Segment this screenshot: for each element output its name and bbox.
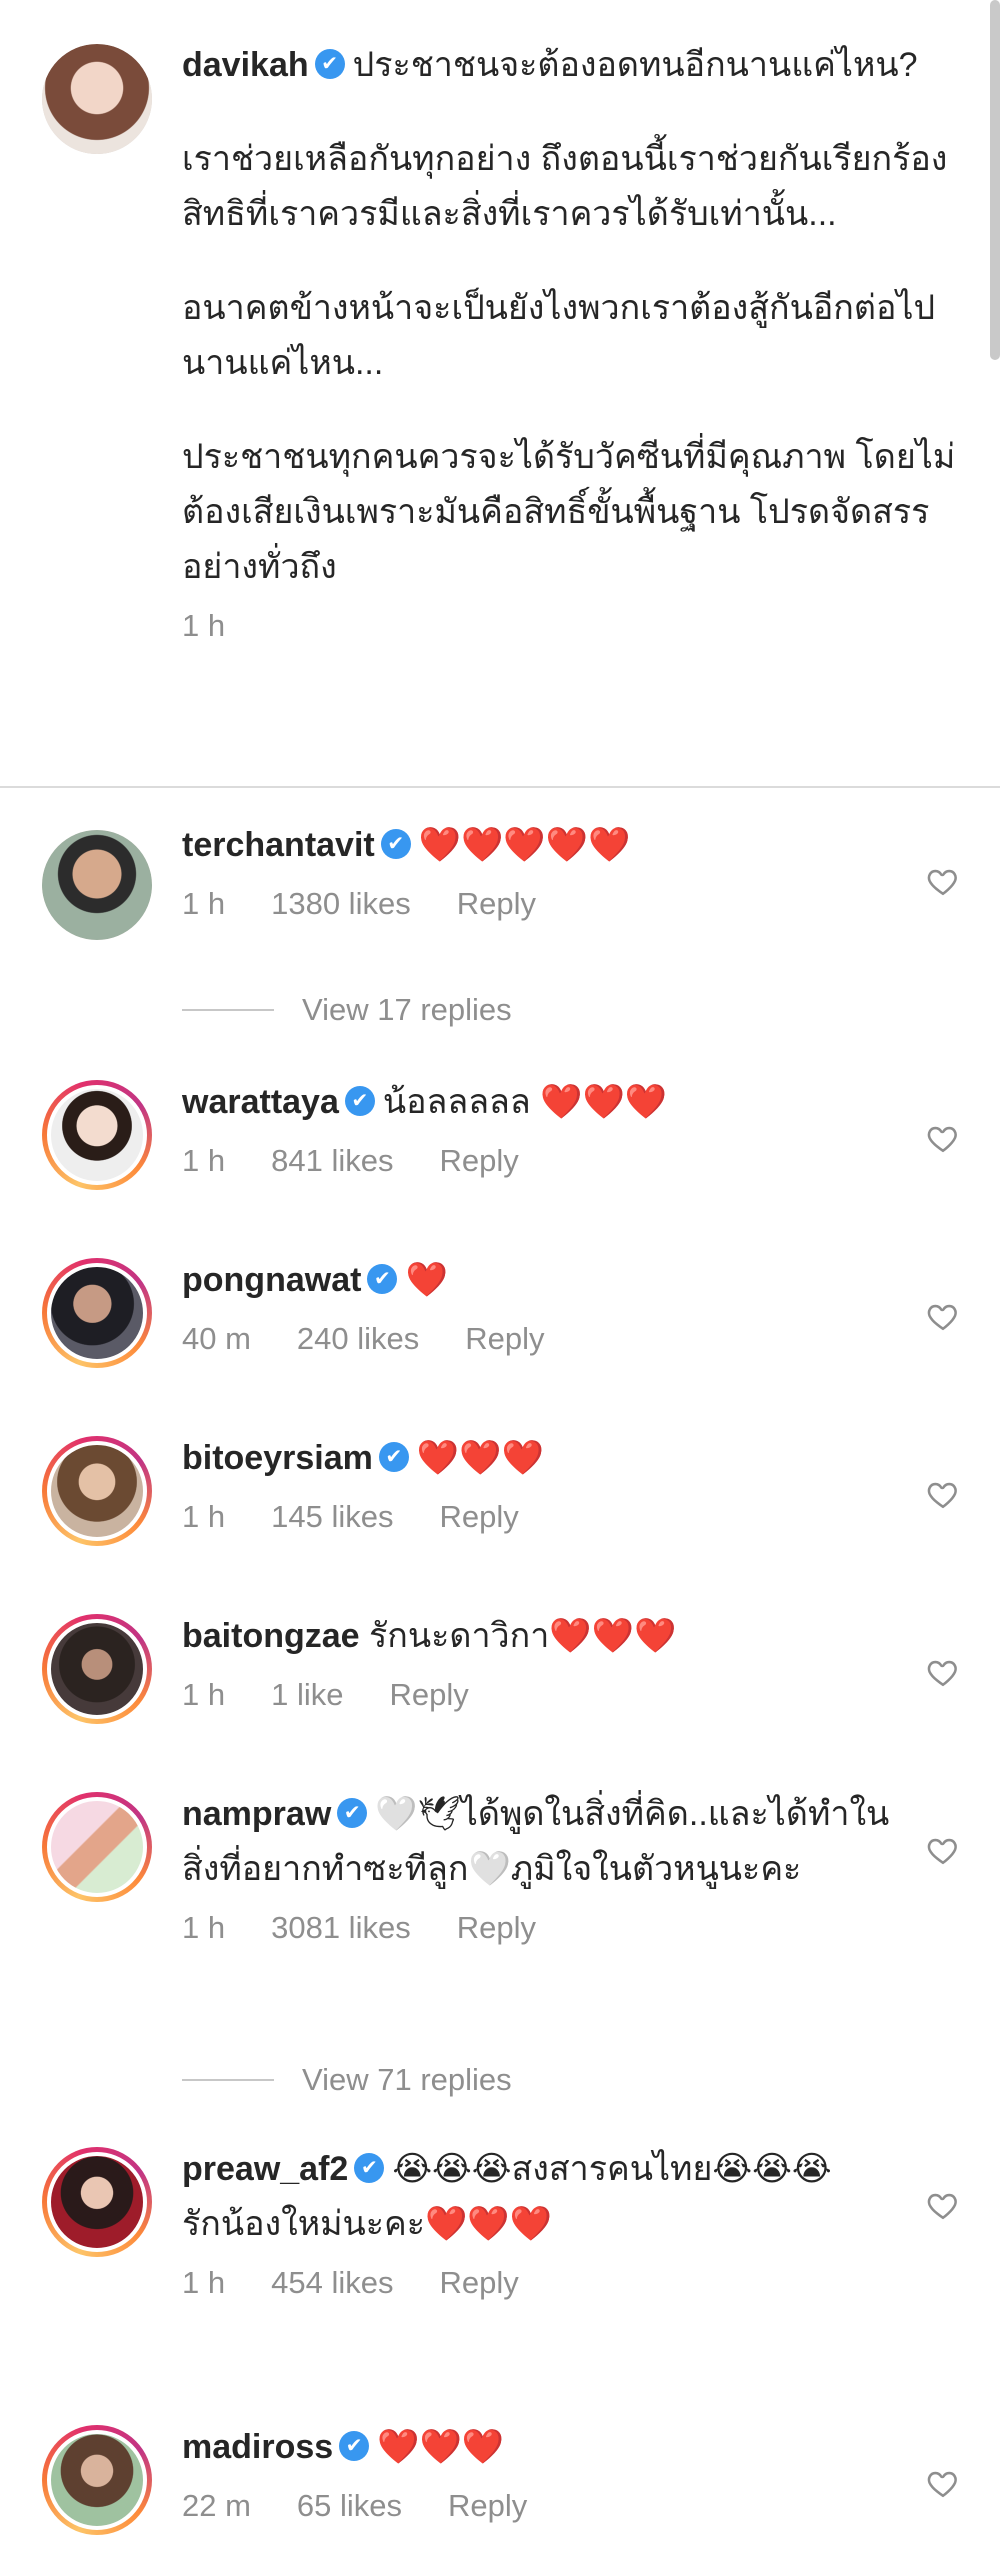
timestamp: 1 h	[182, 1499, 226, 1534]
reply-button[interactable]: Reply	[465, 1321, 544, 1356]
timestamp: 40 m	[182, 1321, 251, 1356]
view-replies-button[interactable]: View 71 replies	[182, 2057, 512, 2102]
heart-outline-icon[interactable]	[926, 2188, 960, 2222]
heart-outline-icon[interactable]	[926, 1833, 960, 1867]
username[interactable]: madiross	[182, 2428, 333, 2466]
post-meta: 1 h	[182, 603, 960, 648]
reply-button[interactable]: Reply	[439, 1499, 518, 1534]
reply-button[interactable]: Reply	[457, 886, 536, 921]
username[interactable]: baitongzae	[182, 1617, 360, 1655]
verified-badge-icon: ✔	[380, 829, 411, 860]
comment-text-line-2: รักน้องใหม่นะคะ❤️❤️❤️	[182, 2205, 553, 2243]
caption-text: ประชาชนจะต้องอดทนอีกนานแค่ไหน?	[352, 46, 918, 84]
verified-badge-icon: ✔	[354, 2153, 385, 2184]
divider-line	[182, 1008, 274, 1011]
heart-outline-icon[interactable]	[926, 1477, 960, 1511]
reply-button[interactable]: Reply	[439, 1143, 518, 1178]
avatar[interactable]	[42, 44, 152, 154]
comment-text: ❤️	[405, 1261, 448, 1299]
avatar[interactable]	[42, 830, 152, 940]
like-count[interactable]: 3081 likes	[271, 1910, 411, 1945]
timestamp: 1 h	[182, 608, 226, 643]
caption-paragraph: อนาคตข้างหน้าจะเป็นยังไงพวกเราต้องสู้กัน…	[182, 289, 936, 382]
timestamp: 1 h	[182, 1910, 226, 1945]
heart-outline-icon[interactable]	[926, 1299, 960, 1333]
username[interactable]: nampraw	[182, 1795, 331, 1833]
caption-paragraph: เราช่วยเหลือกันทุกอย่าง ถึงตอนนี้เราช่วย…	[182, 140, 948, 233]
comment-text: ❤️❤️❤️	[416, 1439, 544, 1477]
avatar[interactable]	[42, 1258, 152, 1368]
heart-outline-icon[interactable]	[926, 2466, 960, 2500]
timestamp: 1 h	[182, 1677, 226, 1712]
avatar[interactable]	[42, 2425, 152, 2535]
scrollbar[interactable]	[990, 0, 1000, 360]
comment-text: ❤️❤️❤️	[377, 2428, 505, 2466]
heart-outline-icon[interactable]	[926, 864, 960, 898]
timestamp: 1 h	[182, 2265, 226, 2300]
username[interactable]: preaw_af2	[182, 2150, 348, 2188]
like-count[interactable]: 454 likes	[271, 2265, 393, 2300]
username[interactable]: warattaya	[182, 1083, 339, 1121]
heart-outline-icon[interactable]	[926, 1655, 960, 1689]
username[interactable]: davikah	[182, 46, 309, 84]
avatar[interactable]	[42, 1614, 152, 1724]
comment-text: ❤️❤️❤️❤️❤️	[418, 826, 631, 864]
like-count[interactable]: 841 likes	[271, 1143, 393, 1178]
comment-text: รักนะดาวิกา❤️❤️❤️	[369, 1617, 677, 1655]
view-replies-button[interactable]: View 17 replies	[182, 987, 512, 1032]
reply-button[interactable]: Reply	[389, 1677, 468, 1712]
username[interactable]: terchantavit	[182, 826, 375, 864]
verified-badge-icon: ✔	[337, 1798, 368, 1829]
caption-paragraph: ประชาชนทุกคนควรจะได้รับวัคซีนที่มีคุณภาพ…	[182, 438, 956, 586]
post-caption: davikah ✔ ประชาชนจะต้องอดทนอีกนานแค่ไหน? เ…	[182, 38, 960, 648]
verified-badge-icon: ✔	[314, 49, 345, 80]
username[interactable]: pongnawat	[182, 1261, 361, 1299]
timestamp: 1 h	[182, 1143, 226, 1178]
avatar[interactable]	[42, 1080, 152, 1190]
verified-badge-icon: ✔	[378, 1442, 409, 1473]
username[interactable]: bitoeyrsiam	[182, 1439, 373, 1477]
like-count[interactable]: 1 like	[271, 1677, 343, 1712]
verified-badge-icon: ✔	[367, 1264, 398, 1295]
reply-button[interactable]: Reply	[457, 1910, 536, 1945]
like-count[interactable]: 65 likes	[297, 2488, 402, 2523]
timestamp: 22 m	[182, 2488, 251, 2523]
verified-badge-icon: ✔	[339, 2431, 370, 2462]
avatar[interactable]	[42, 2147, 152, 2257]
avatar[interactable]	[42, 1792, 152, 1902]
reply-button[interactable]: Reply	[439, 2265, 518, 2300]
timestamp: 1 h	[182, 886, 226, 921]
comment-text: น้อลลลลล ❤️❤️❤️	[382, 1083, 668, 1121]
divider-line	[182, 2078, 274, 2081]
like-count[interactable]: 240 likes	[297, 1321, 419, 1356]
heart-outline-icon[interactable]	[926, 1121, 960, 1155]
reply-button[interactable]: Reply	[448, 2488, 527, 2523]
like-count[interactable]: 145 likes	[271, 1499, 393, 1534]
comment-text: 😭😭😭สงสารคนไทย😭😭😭	[392, 2150, 832, 2188]
divider	[0, 786, 1000, 788]
verified-badge-icon: ✔	[344, 1086, 375, 1117]
avatar[interactable]	[42, 1436, 152, 1546]
like-count[interactable]: 1380 likes	[271, 886, 411, 921]
